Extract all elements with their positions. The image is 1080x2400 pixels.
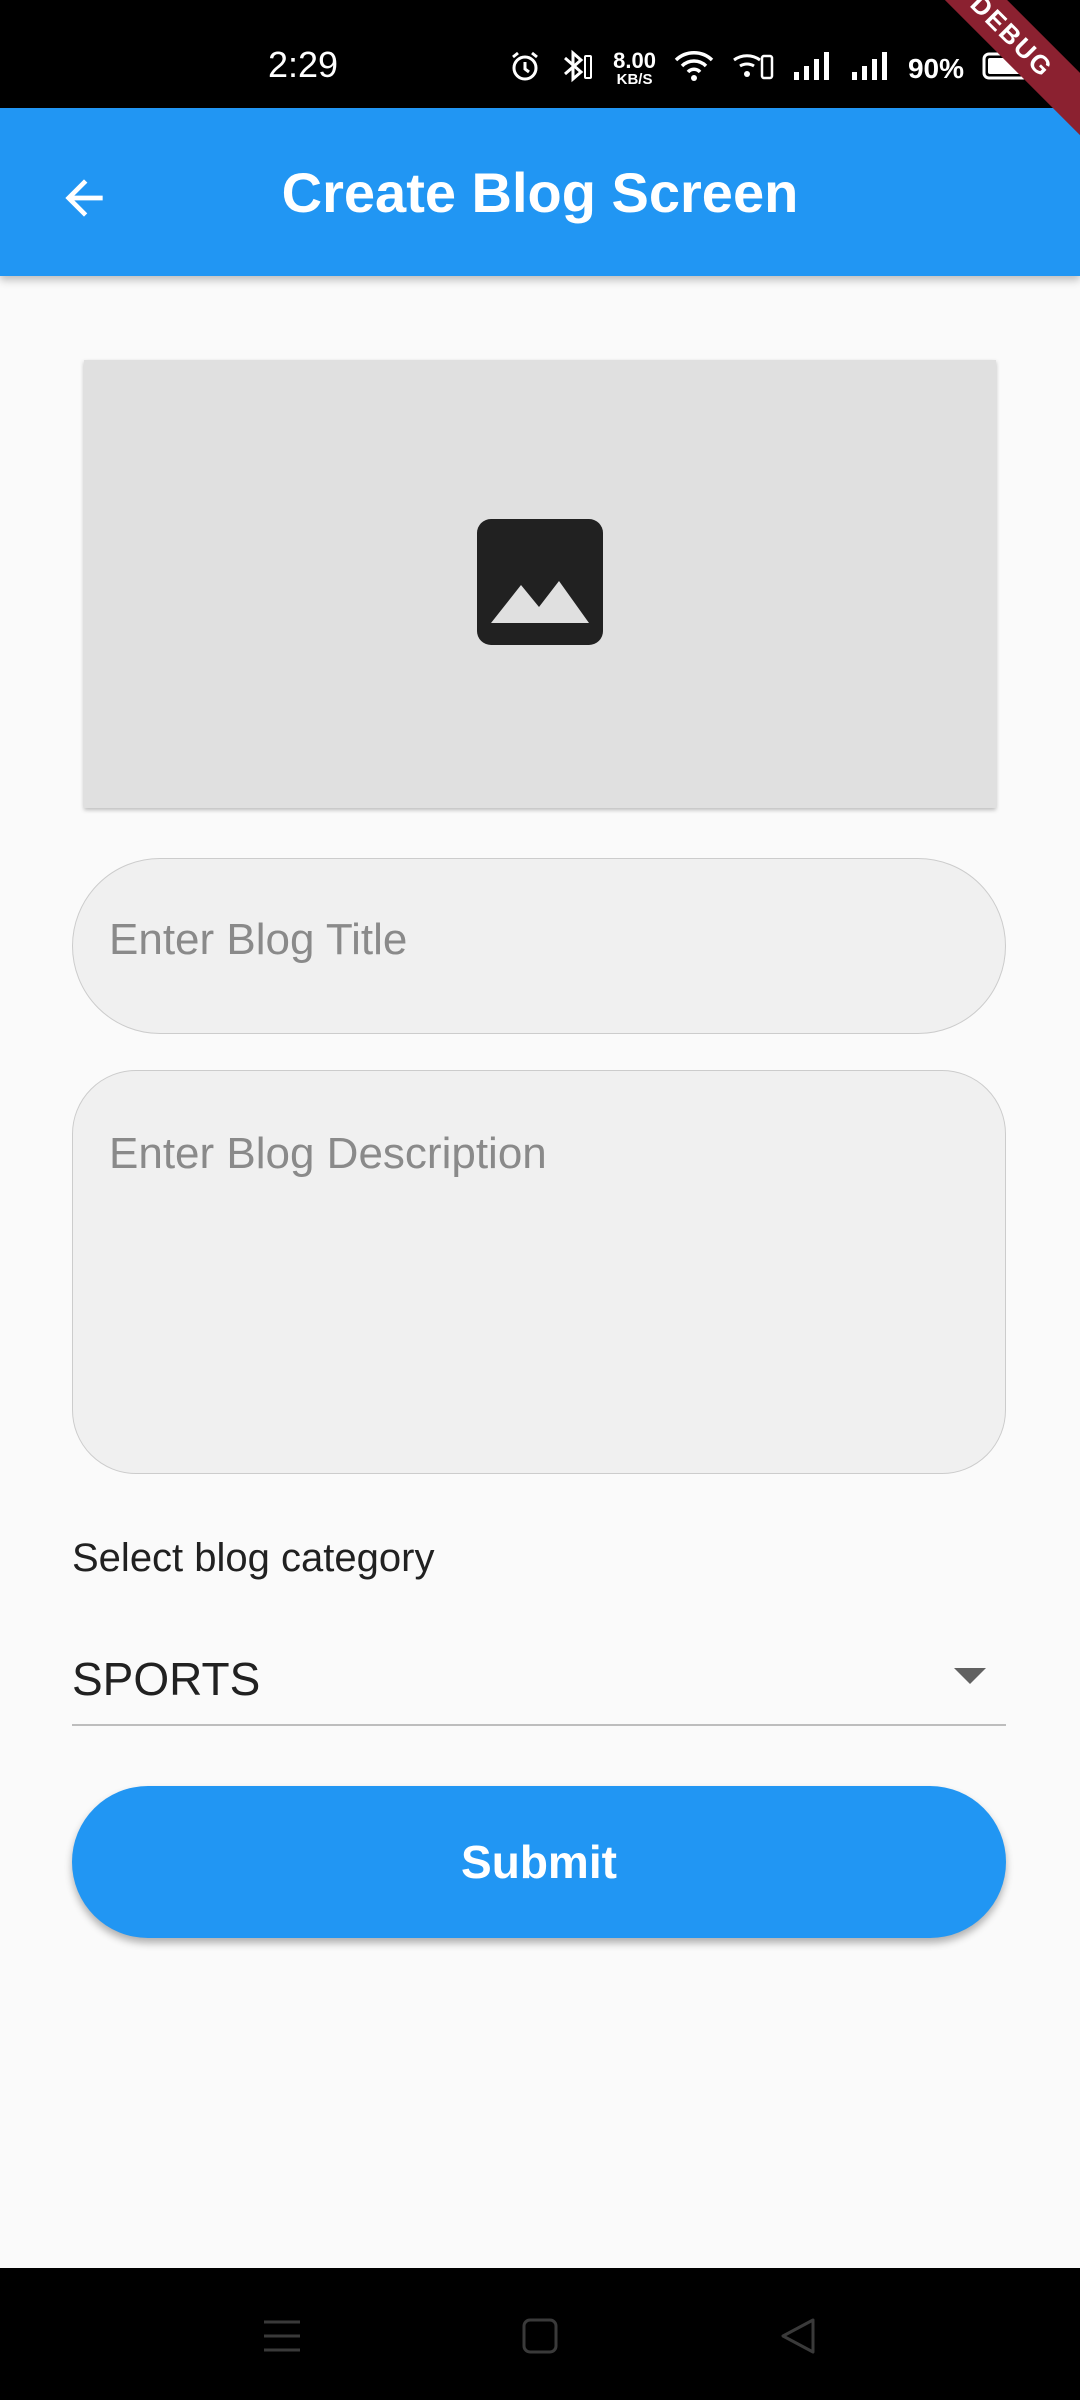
status-bar: 2:29 8.00 KB/S 90% <box>0 0 1080 108</box>
page-title: Create Blog Screen <box>281 161 799 224</box>
signal-icon <box>850 50 890 87</box>
net-speed: 8.00 KB/S <box>613 48 656 88</box>
blog-title-placeholder: Enter Blog Title <box>109 915 408 964</box>
home-icon <box>521 2317 559 2360</box>
category-label: Select blog category <box>72 1536 435 1580</box>
system-nav-bar <box>0 2268 1080 2400</box>
wifi-calling-icon <box>732 50 774 87</box>
back-nav-button[interactable] <box>768 2308 828 2368</box>
menu-button[interactable] <box>252 2308 312 2368</box>
net-speed-unit: KB/S <box>616 71 653 88</box>
menu-icon <box>262 2318 302 2359</box>
image-icon <box>477 518 603 650</box>
app-bar: Create Blog Screen <box>0 108 1080 276</box>
back-icon <box>779 2316 817 2361</box>
blog-title-input[interactable]: Enter Blog Title <box>72 858 1006 1034</box>
bluetooth-icon <box>559 48 595 89</box>
blog-description-placeholder: Enter Blog Description <box>109 1129 547 1178</box>
alarm-icon <box>509 50 541 87</box>
wifi-icon <box>674 50 714 87</box>
status-icons: 8.00 KB/S 90% <box>509 48 1036 89</box>
home-button[interactable] <box>510 2308 570 2368</box>
category-selected-value: SPORTS <box>72 1653 261 1705</box>
blog-description-input[interactable]: Enter Blog Description <box>72 1070 1006 1474</box>
image-picker[interactable] <box>84 360 996 808</box>
net-speed-value: 8.00 <box>613 48 656 73</box>
dropdown-arrow-icon <box>954 1668 986 1691</box>
signal-icon <box>792 50 832 87</box>
submit-button[interactable]: Submit <box>72 1786 1006 1938</box>
category-dropdown[interactable]: SPORTS <box>72 1630 1006 1726</box>
submit-label: Submit <box>461 1836 617 1888</box>
battery-percent: 90% <box>907 52 964 84</box>
status-time: 2:29 <box>268 44 339 85</box>
